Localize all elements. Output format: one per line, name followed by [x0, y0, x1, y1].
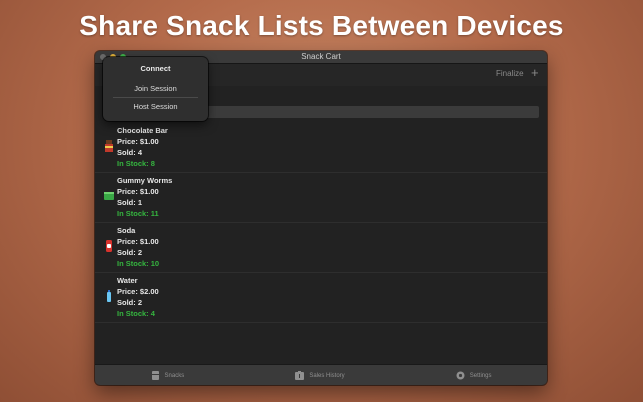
join-session-button[interactable]: Join Session: [103, 84, 208, 93]
tab-bar: Snacks Sales History Settings: [95, 364, 547, 385]
finalize-button[interactable]: Finalize: [496, 69, 524, 78]
snack-stock: In Stock: 10: [117, 259, 160, 268]
snack-stock: In Stock: 11: [117, 209, 159, 218]
snack-sold: Sold: 1: [117, 198, 143, 207]
snack-name: Soda: [117, 226, 136, 235]
tab-label: Snacks: [164, 372, 185, 379]
gummy-worms-icon: [104, 192, 114, 200]
list-item[interactable]: Water Price: $2.00 Sold: 2 In Stock: 4: [95, 273, 547, 323]
snacks-icon: [151, 371, 159, 380]
soda-can-icon: [106, 240, 112, 252]
list-item[interactable]: Chocolate Bar Price: $1.00 Sold: 4 In St…: [95, 123, 547, 173]
host-session-button[interactable]: Host Session: [103, 102, 208, 111]
popover-divider: [113, 97, 198, 98]
headline: Share Snack Lists Between Devices: [79, 10, 564, 41]
add-snack-button[interactable]: +: [531, 65, 539, 80]
sales-history-icon: [295, 371, 305, 380]
tab-snacks[interactable]: Snacks: [151, 371, 185, 380]
list-item[interactable]: Gummy Worms Price: $1.00 Sold: 1 In Stoc…: [95, 173, 547, 223]
snack-name: Gummy Worms: [117, 176, 173, 185]
snack-list: Chocolate Bar Price: $1.00 Sold: 4 In St…: [95, 123, 547, 323]
tab-label: Settings: [469, 372, 492, 379]
water-bottle-icon: [107, 290, 111, 302]
search-field[interactable]: [199, 106, 539, 118]
snack-price: Price: $1.00: [117, 237, 159, 246]
settings-gear-icon: [456, 371, 465, 380]
snack-price: Price: $1.00: [117, 137, 159, 146]
snack-name: Chocolate Bar: [117, 126, 168, 135]
list-item[interactable]: Soda Price: $1.00 Sold: 2 In Stock: 10: [95, 223, 547, 273]
tab-settings[interactable]: Settings: [456, 371, 492, 380]
snack-stock: In Stock: 8: [117, 159, 155, 168]
connect-popover: Connect Join Session Host Session: [103, 57, 208, 121]
snack-name: Water: [117, 276, 138, 285]
popover-title: Connect: [140, 64, 171, 73]
snack-sold: Sold: 4: [117, 148, 143, 157]
snack-stock: In Stock: 4: [117, 309, 155, 318]
snack-price: Price: $1.00: [117, 187, 159, 196]
chocolate-bar-icon: [105, 140, 113, 152]
snack-price: Price: $2.00: [117, 287, 159, 296]
snack-sold: Sold: 2: [117, 298, 143, 307]
snack-sold: Sold: 2: [117, 248, 143, 257]
tab-label: Sales History: [309, 372, 345, 379]
tab-sales-history[interactable]: Sales History: [295, 371, 345, 380]
